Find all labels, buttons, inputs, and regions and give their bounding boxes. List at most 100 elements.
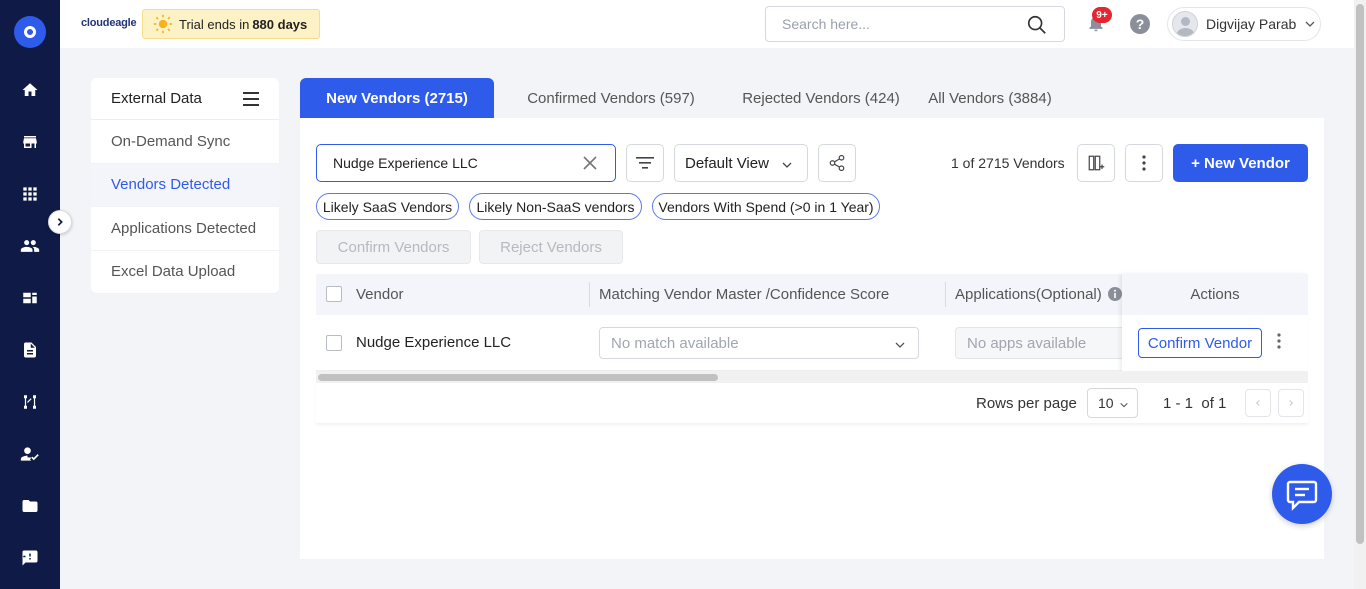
applications-placeholder: No apps available [967,334,1087,352]
search-placeholder: Search here... [782,16,870,32]
top-header: cloudeagle Trial ends in 880 days Search… [60,0,1354,48]
vendor-search-value: Nudge Experience LLC [333,155,478,171]
page-total: of 1 [1201,395,1227,412]
vendor-search-input[interactable]: Nudge Experience LLC [316,144,616,182]
chevron-down-icon [895,342,905,348]
chevron-right-icon [1289,399,1294,407]
confirm-vendors-button[interactable]: Confirm Vendors [316,230,471,264]
column-matching-vendor: Matching Vendor Master /Confidence Score [599,286,890,303]
select-all-checkbox[interactable] [326,286,342,302]
bulb-icon [153,14,173,34]
column-separator [589,282,590,307]
brand-logo[interactable]: cloudeagle [81,17,137,29]
user-menu[interactable]: Digvijay Parab [1167,7,1321,41]
vendor-name: Nudge Experience LLC [356,334,512,351]
scrollbar-thumb[interactable] [318,374,718,381]
tab-new-vendors[interactable]: New Vendors (2715) [300,78,494,118]
chevron-down-icon [1305,21,1315,27]
chevron-down-icon [1120,402,1128,408]
hamburger-icon[interactable] [243,91,259,106]
page-range: 1 - 1 of 1 [1163,395,1226,412]
chevron-down-icon [782,162,792,168]
document-icon[interactable] [20,340,40,360]
view-select-value: Default View [685,154,769,172]
avatar [1172,11,1198,37]
applications-select[interactable]: No apps available [955,327,1122,359]
trial-days: 880 days [252,16,308,32]
prev-page-button[interactable] [1245,389,1271,417]
filter-chip-saas[interactable]: Likely SaaS Vendors [316,193,459,220]
more-options-button[interactable] [1125,144,1163,182]
user-check-icon[interactable] [20,444,40,464]
menu-item-applications-detected[interactable]: Applications Detected [91,207,279,251]
feedback-icon[interactable] [20,548,40,568]
chat-icon [1286,480,1318,511]
chevron-right-icon [57,218,63,226]
share-icon [829,154,845,172]
pagination: Rows per page 10 1 - 1 of 1 [316,383,1308,423]
menu-item-vendors-detected[interactable]: Vendors Detected [91,163,279,207]
vendors-panel: Nudge Experience LLC Default View 1 of 2… [300,118,1324,559]
left-nav [0,0,60,589]
chevron-left-icon [1255,399,1260,407]
menu-item-excel-data-upload[interactable]: Excel Data Upload [91,251,279,294]
vendor-master-placeholder: No match available [611,334,739,352]
scrollbar-thumb[interactable] [1356,4,1364,544]
column-separator [945,282,946,307]
menu-header: External Data [91,78,279,120]
columns-button[interactable] [1077,144,1115,182]
user-name: Digvijay Parab [1206,16,1297,32]
vendor-master-select[interactable]: No match available [599,327,919,359]
search-icon[interactable] [1026,14,1048,36]
column-actions: Actions [1122,274,1308,315]
filter-chip-non-saas[interactable]: Likely Non-SaaS vendors [469,193,642,220]
clear-icon[interactable] [583,156,597,170]
filter-icon [636,157,654,169]
tab-all-vendors[interactable]: All Vendors (3884) [914,78,1066,118]
tab-confirmed-vendors[interactable]: Confirmed Vendors (597) [494,78,728,118]
menu-title: External Data [111,90,202,107]
app-logo[interactable] [14,16,46,48]
rows-per-page-value: 10 [1098,395,1114,411]
columns-icon [1088,155,1105,171]
external-data-menu: External Data On-Demand Sync Vendors Det… [91,78,279,294]
column-vendor: Vendor [356,286,404,303]
table-horizontal-scrollbar[interactable] [316,371,1308,383]
trial-text: Trial ends in [179,16,250,32]
store-icon[interactable] [20,132,40,152]
row-checkbox[interactable] [326,335,342,351]
vendor-count: 1 of 2715 Vendors [951,155,1065,171]
info-icon[interactable] [1108,287,1122,301]
new-vendor-button[interactable]: + New Vendor [1173,144,1308,182]
row-kebab-icon[interactable] [1277,333,1281,349]
nav-expand-toggle[interactable] [48,210,72,234]
rows-per-page-select[interactable]: 10 [1087,388,1138,418]
notification-badge: 9+ [1092,7,1112,23]
filter-chip-spend[interactable]: Vendors With Spend (>0 in 1 Year) [652,193,880,220]
kebab-icon [1142,155,1146,171]
reject-vendors-button[interactable]: Reject Vendors [479,230,623,264]
tab-rejected-vendors[interactable]: Rejected Vendors (424) [728,78,914,118]
page-scrollbar[interactable] [1354,0,1366,589]
menu-item-on-demand-sync[interactable]: On-Demand Sync [91,120,279,164]
filter-button[interactable] [626,144,664,182]
confirm-vendor-button[interactable]: Confirm Vendor [1138,328,1262,358]
vendor-tabs: New Vendors (2715) Confirmed Vendors (59… [300,78,1066,118]
dashboard-icon[interactable] [20,288,40,308]
help-icon[interactable]: ? [1130,14,1150,34]
apps-grid-icon[interactable] [20,184,40,204]
users-icon[interactable] [20,236,40,256]
page-range-value: 1 - 1 [1163,395,1194,412]
view-select[interactable]: Default View [674,144,808,182]
share-button[interactable] [818,144,856,182]
actions-column: Actions Confirm Vendor [1122,274,1308,371]
global-search-input[interactable]: Search here... [765,6,1065,42]
column-applications: Applications(Optional) [955,286,1102,303]
chat-support-button[interactable] [1272,464,1332,524]
workflow-icon[interactable] [20,392,40,412]
next-page-button[interactable] [1278,389,1304,417]
folder-icon[interactable] [20,496,40,516]
rows-per-page-label: Rows per page [976,395,1077,412]
home-icon[interactable] [20,80,40,100]
trial-banner: Trial ends in 880 days [142,9,320,39]
